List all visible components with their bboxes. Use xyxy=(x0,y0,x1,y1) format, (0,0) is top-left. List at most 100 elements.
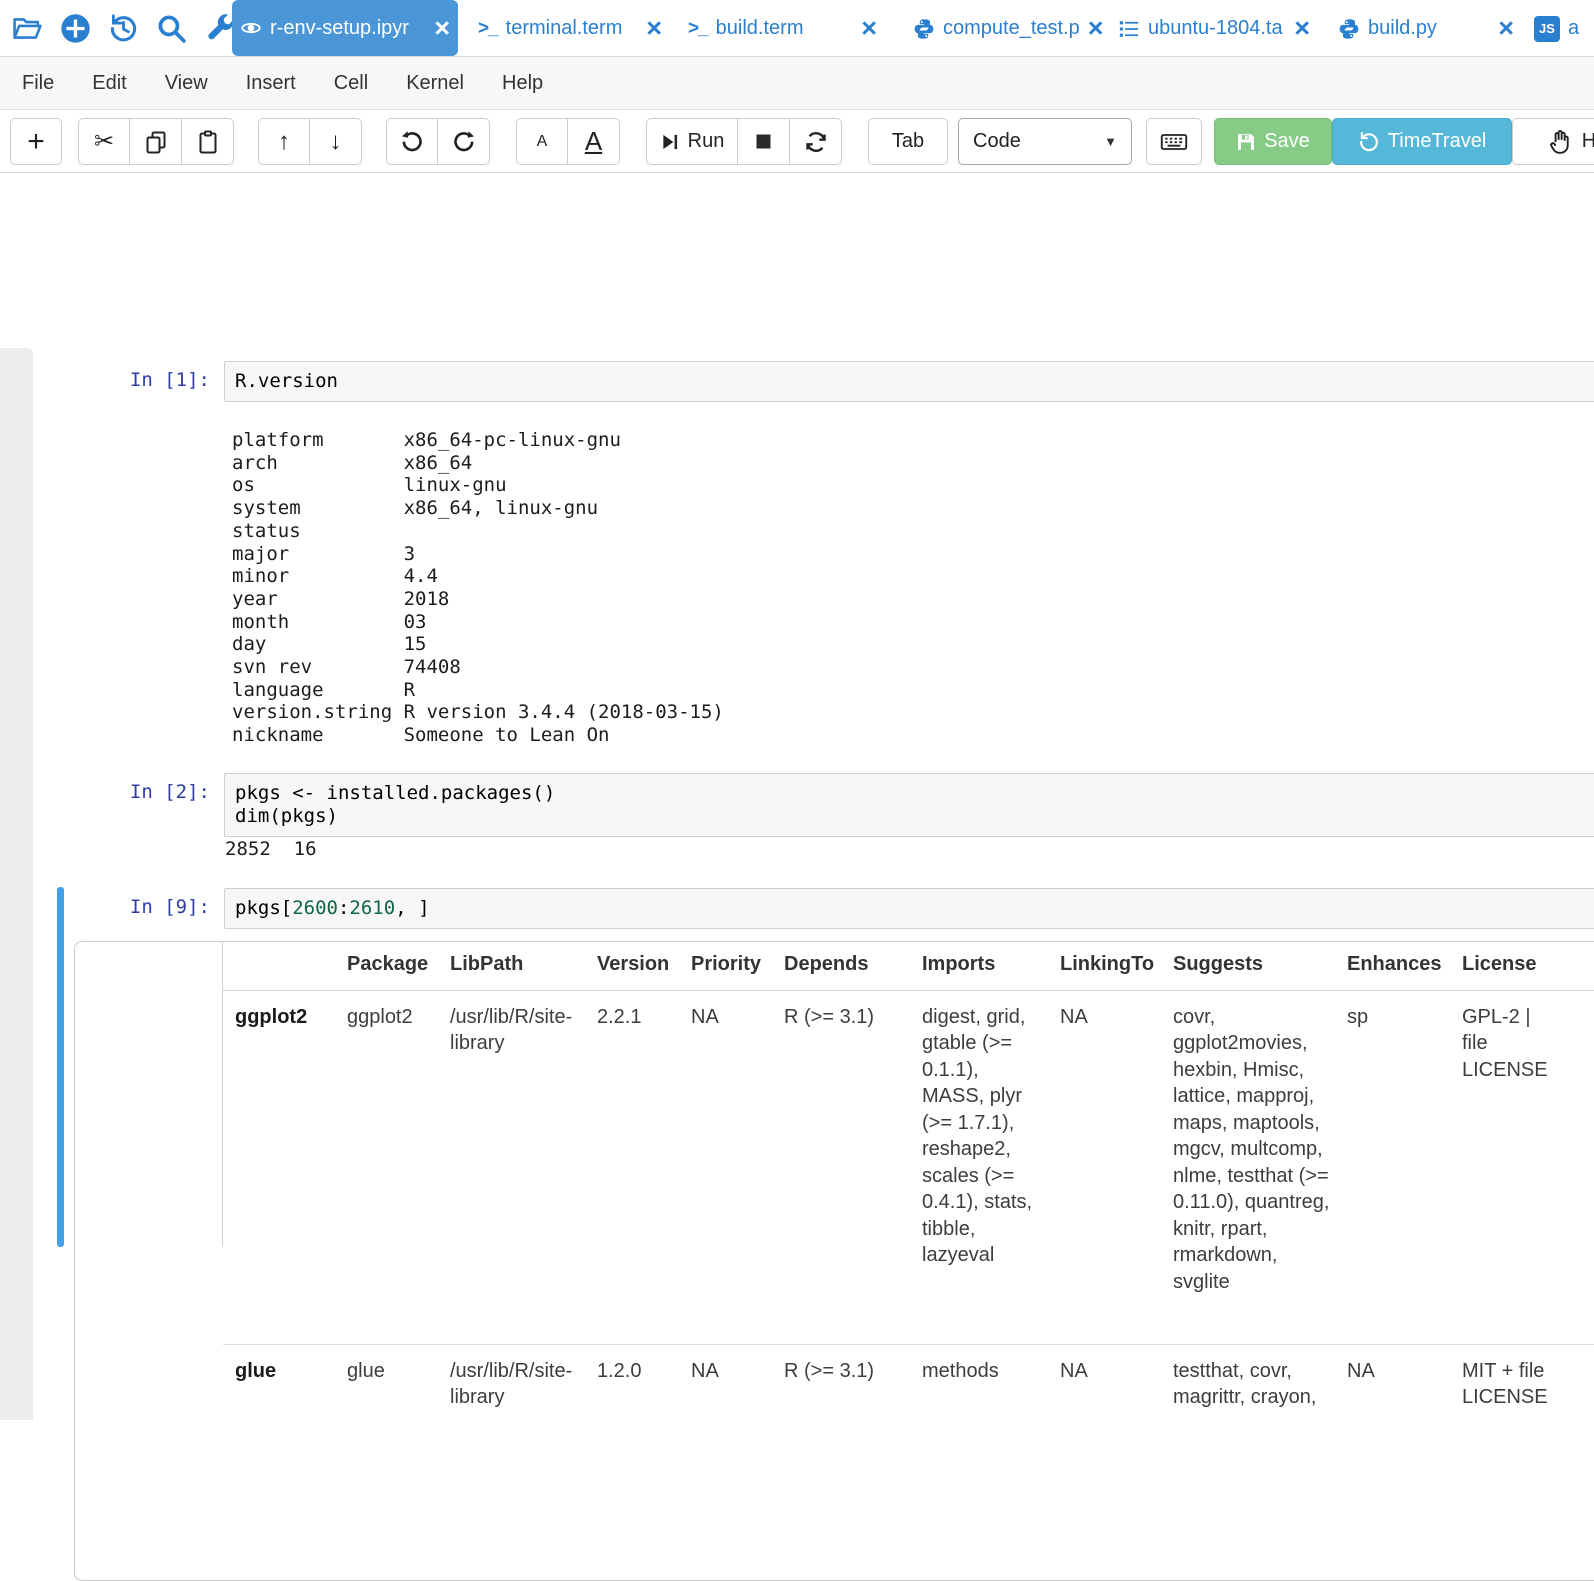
open-folder-icon[interactable] xyxy=(8,7,46,49)
cell-type-select[interactable]: Code ▼ xyxy=(958,118,1132,165)
code-token: , ] xyxy=(395,897,429,919)
col-header-suggests: Suggests xyxy=(1173,951,1347,978)
new-file-icon[interactable] xyxy=(56,7,94,49)
tab-ubuntu-1804[interactable]: ubuntu-1804.ta × xyxy=(1110,0,1318,57)
tab-label: terminal.term xyxy=(506,17,623,40)
tab-build-py[interactable]: build.py × xyxy=(1330,0,1522,57)
cell-rowname: glue xyxy=(235,1358,347,1411)
format-small-button[interactable]: A xyxy=(516,118,568,165)
tab-r-env-setup[interactable]: r-env-setup.ipyr × xyxy=(232,0,458,56)
cell-enhances: sp xyxy=(1347,1004,1462,1344)
tab-complete-button[interactable]: Tab xyxy=(868,118,948,165)
cell-version: 2.2.1 xyxy=(597,1004,691,1344)
search-icon[interactable] xyxy=(152,7,190,49)
timetravel-label: TimeTravel xyxy=(1388,130,1487,153)
close-icon[interactable]: × xyxy=(1294,15,1310,42)
terminal-icon: >_ xyxy=(478,18,498,40)
selected-cell-indicator xyxy=(57,887,64,1247)
step-forward-icon xyxy=(660,132,680,152)
cell-version: 1.2.0 xyxy=(597,1358,691,1411)
cell-license: MIT + file LICENSE xyxy=(1462,1358,1562,1411)
plus-icon: + xyxy=(27,127,45,157)
tab-compute-test[interactable]: compute_test.p × xyxy=(905,0,1103,57)
tab-build-term[interactable]: >_ build.term × xyxy=(680,0,885,57)
code-number: 2600 xyxy=(292,897,338,919)
restart-kernel-button[interactable] xyxy=(790,118,842,165)
format-large-button[interactable]: A xyxy=(568,118,620,165)
cell-type-value: Code xyxy=(973,130,1021,153)
undo-button[interactable] xyxy=(386,118,438,165)
undo-icon xyxy=(400,130,424,154)
tab-terminal[interactable]: >_ terminal.term × xyxy=(470,0,670,57)
paste-cell-button[interactable] xyxy=(182,118,234,165)
menu-edit[interactable]: Edit xyxy=(92,72,126,95)
tab-button-label: Tab xyxy=(892,130,924,153)
keyboard-icon xyxy=(1160,128,1188,156)
cut-cell-button[interactable]: ✂ xyxy=(78,118,130,165)
col-header-license: License xyxy=(1462,951,1562,978)
history-icon xyxy=(1358,131,1380,153)
close-icon[interactable]: × xyxy=(861,15,877,42)
tab-label: r-env-setup.ipyr xyxy=(270,17,409,40)
col-header-imports: Imports xyxy=(922,951,1060,978)
close-icon[interactable]: × xyxy=(1088,15,1104,42)
halt-button[interactable]: H xyxy=(1512,118,1594,165)
menu-file[interactable]: File xyxy=(22,72,54,95)
add-cell-button[interactable]: + xyxy=(10,118,62,165)
timetravel-button[interactable]: TimeTravel xyxy=(1332,118,1512,165)
cell-3-prompt: In [9]: xyxy=(30,896,210,918)
menu-kernel[interactable]: Kernel xyxy=(406,72,464,95)
letter-a-small-icon: A xyxy=(537,133,548,151)
redo-button[interactable] xyxy=(438,118,490,165)
col-header-version: Version xyxy=(597,951,691,978)
menu-cell[interactable]: Cell xyxy=(334,72,368,95)
code-token: : xyxy=(338,897,349,919)
close-icon[interactable]: × xyxy=(434,15,450,42)
left-scrollbar[interactable] xyxy=(0,348,33,1420)
menu-help[interactable]: Help xyxy=(502,72,543,95)
stop-button[interactable] xyxy=(738,118,790,165)
tab-label: compute_test.p xyxy=(943,17,1080,40)
col-header-linkingto: LinkingTo xyxy=(1060,951,1173,978)
cell-license: GPL-2 | file LICENSE xyxy=(1462,1004,1562,1344)
cell-3-code-input[interactable]: pkgs[2600:2610, ] xyxy=(224,888,1594,929)
copy-cell-button[interactable] xyxy=(130,118,182,165)
code-token: pkgs[ xyxy=(235,897,292,919)
move-cell-down-button[interactable]: ↓ xyxy=(310,118,362,165)
cell-priority: NA xyxy=(691,1004,784,1344)
menu-insert[interactable]: Insert xyxy=(246,72,296,95)
arrow-up-icon: ↑ xyxy=(278,130,290,154)
table-header-row: Package LibPath Version Priority Depends… xyxy=(223,941,1594,991)
cell-libpath: /usr/lib/R/site-library xyxy=(450,1358,597,1411)
letter-a-large-icon: A xyxy=(585,126,602,157)
hand-icon xyxy=(1548,129,1574,155)
refresh-icon xyxy=(804,130,828,154)
menu-view[interactable]: View xyxy=(165,72,208,95)
cell-1-prompt: In [1]: xyxy=(30,369,210,391)
run-cell-button[interactable]: Run xyxy=(646,118,738,165)
cell-linkingto: NA xyxy=(1060,1004,1173,1344)
cell-1-code-input[interactable]: R.version xyxy=(224,361,1594,402)
cell-imports: methods xyxy=(922,1358,1060,1411)
close-icon[interactable]: × xyxy=(646,15,662,42)
table-row: glue glue /usr/lib/R/site-library 1.2.0 … xyxy=(223,1345,1594,1411)
cell-package: glue xyxy=(347,1358,450,1411)
floppy-disk-icon xyxy=(1236,132,1256,152)
scissors-icon: ✂ xyxy=(94,130,114,154)
cell-2-code-input[interactable]: pkgs <- installed.packages() dim(pkgs) xyxy=(224,773,1594,837)
top-tab-bar: r-env-setup.ipyr × >_ terminal.term × >_… xyxy=(0,0,1594,57)
tab-overflow[interactable]: JS a xyxy=(1526,0,1594,57)
table-row: ggplot2 ggplot2 /usr/lib/R/site-library … xyxy=(223,991,1594,1345)
keyboard-shortcuts-button[interactable] xyxy=(1146,118,1202,165)
python-icon xyxy=(913,18,935,40)
js-icon: JS xyxy=(1534,16,1560,42)
terminal-icon: >_ xyxy=(688,18,708,40)
col-header-enhances: Enhances xyxy=(1347,951,1462,978)
close-icon[interactable]: × xyxy=(1498,15,1514,42)
save-button[interactable]: Save xyxy=(1214,118,1332,165)
cell-enhances: NA xyxy=(1347,1358,1462,1411)
copy-icon xyxy=(144,130,168,154)
move-cell-up-button[interactable]: ↑ xyxy=(258,118,310,165)
run-label: Run xyxy=(688,130,725,153)
recent-files-icon[interactable] xyxy=(104,7,142,49)
